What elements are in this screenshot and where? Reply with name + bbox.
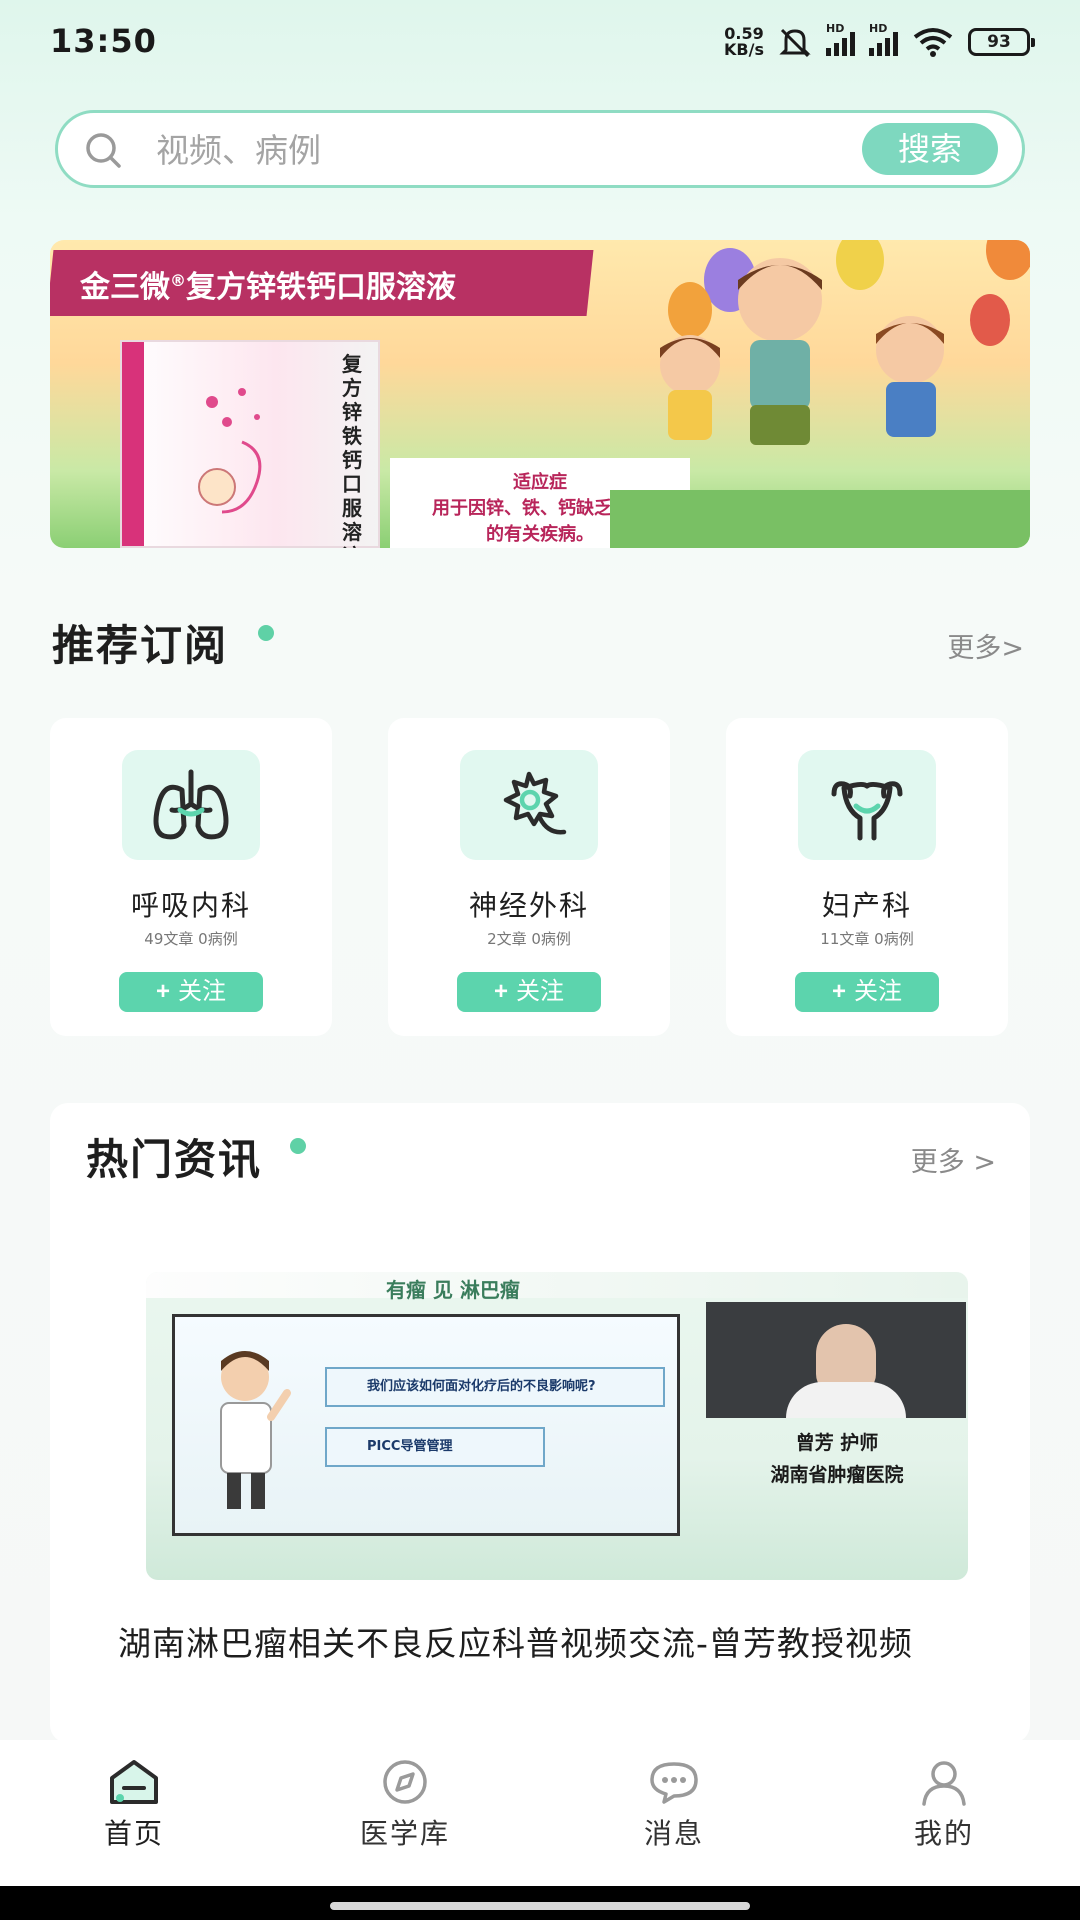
follow-button-neurosurgery[interactable]: + 关注 xyxy=(457,972,601,1012)
product-box-image: 复方锌铁钙口服溶液 xyxy=(120,340,380,548)
section-title-recommended: 推荐订阅 xyxy=(52,621,229,670)
section-dot xyxy=(290,1138,306,1154)
nav-item-medical-library[interactable]: 医学库 xyxy=(325,1758,485,1852)
subscription-name: 神经外科 xyxy=(468,889,589,922)
banner-title: 金三微®复方锌铁钙口服溶液 xyxy=(80,270,456,305)
subscription-meta: 11文章 0病例 xyxy=(820,930,914,948)
chat-icon xyxy=(650,1762,698,1804)
search-icon xyxy=(86,133,121,168)
status-bar: 13:50 0.59 KB/s HD HD 93 xyxy=(0,0,1080,90)
net-speed: 0.59 KB/s xyxy=(724,24,764,59)
search-bar[interactable]: 搜索 xyxy=(55,110,1025,188)
signal-icon-2: HD xyxy=(869,22,898,56)
bottom-navigation: 首页 医学库 消息 我的 xyxy=(0,1740,1080,1886)
subscription-card-neurosurgery[interactable]: 神经外科 2文章 0病例 + 关注 xyxy=(388,718,670,1036)
news-article-title[interactable]: 湖南淋巴瘤相关不良反应科普视频交流-曾芳教授视频 xyxy=(118,1622,1008,1666)
product-illustration xyxy=(198,388,262,514)
signal-icon: HD xyxy=(826,22,855,56)
section-dot xyxy=(258,625,274,641)
doctor-cartoon-icon xyxy=(220,1351,291,1509)
speaker-name: 曾芳 护师 xyxy=(795,1432,879,1454)
neuron-icon-tile xyxy=(460,750,598,860)
battery-icon: 93 xyxy=(968,28,1035,56)
thumbnail-header-text: 有瘤 见 淋巴瘤 xyxy=(386,1278,520,1302)
lungs-icon xyxy=(153,769,229,840)
subscription-name: 呼吸内科 xyxy=(130,889,251,922)
lungs-icon-tile xyxy=(122,750,260,860)
plus-icon: + xyxy=(155,978,170,1005)
bell-muted-icon xyxy=(779,28,811,58)
status-time: 13:50 xyxy=(50,22,157,60)
nav-item-home[interactable]: 首页 xyxy=(54,1758,214,1852)
plus-icon: + xyxy=(493,978,508,1005)
thumbnail-top-bar xyxy=(146,1272,968,1298)
speaker-video-frame xyxy=(706,1302,966,1418)
nav-label: 消息 xyxy=(643,1817,704,1850)
neuron-icon xyxy=(503,771,567,835)
subscription-card-obstetrics[interactable]: 妇产科 11文章 0病例 + 关注 xyxy=(726,718,1008,1036)
nav-item-profile[interactable]: 我的 xyxy=(864,1758,1024,1852)
subscription-card-respiratory[interactable]: 呼吸内科 49文章 0病例 + 关注 xyxy=(50,718,332,1036)
user-icon xyxy=(922,1761,966,1806)
product-name: 复方锌铁钙口服溶液 xyxy=(342,352,362,548)
nav-label: 首页 xyxy=(103,1817,164,1850)
wifi-icon xyxy=(913,28,953,57)
slide-question-2: PICC导管管理 xyxy=(325,1427,545,1467)
more-hot-news-link[interactable]: 更多 > xyxy=(911,1140,996,1179)
home-icon xyxy=(110,1760,158,1804)
subscription-name: 妇产科 xyxy=(821,889,912,922)
thumbnail-slide: 我们应该如何面对化疗后的不良影响呢? PICC导管管理 xyxy=(172,1314,680,1536)
subscription-meta: 49文章 0病例 xyxy=(144,930,238,948)
news-video-thumbnail[interactable]: 有瘤 见 淋巴瘤 我们应该如何面对化疗后的不良影响呢? PICC导管管理 曾芳 … xyxy=(146,1272,968,1580)
follow-button-respiratory[interactable]: + 关注 xyxy=(119,972,263,1012)
speaker-hospital: 湖南省肿瘤医院 xyxy=(770,1464,904,1486)
search-button[interactable]: 搜索 xyxy=(862,123,998,175)
plus-icon: + xyxy=(831,978,846,1005)
more-recommended-link[interactable]: 更多> xyxy=(947,626,1024,665)
nav-label: 医学库 xyxy=(359,1817,450,1850)
follow-button-obstetrics[interactable]: + 关注 xyxy=(795,972,939,1012)
kids-with-balloons-illustration xyxy=(610,240,1030,548)
uterus-icon-tile xyxy=(798,750,936,860)
status-icons: 0.59 KB/s HD HD 93 xyxy=(724,22,1035,62)
home-indicator[interactable] xyxy=(330,1902,750,1910)
promo-banner[interactable]: 金三微®复方锌铁钙口服溶液 复方锌铁钙口服溶液 适应症 用于因锌、铁、钙缺乏引起… xyxy=(50,240,1030,548)
compass-icon xyxy=(383,1760,427,1804)
uterus-icon xyxy=(831,781,903,841)
section-title-hot-news: 热门资讯 xyxy=(86,1135,263,1184)
speaker-coat xyxy=(786,1382,906,1418)
nav-item-messages[interactable]: 消息 xyxy=(594,1758,754,1852)
search-input[interactable] xyxy=(156,125,796,175)
subscription-meta: 2文章 0病例 xyxy=(487,930,571,948)
slide-question-1: 我们应该如何面对化疗后的不良影响呢? xyxy=(325,1367,665,1407)
nav-label: 我的 xyxy=(913,1817,974,1850)
